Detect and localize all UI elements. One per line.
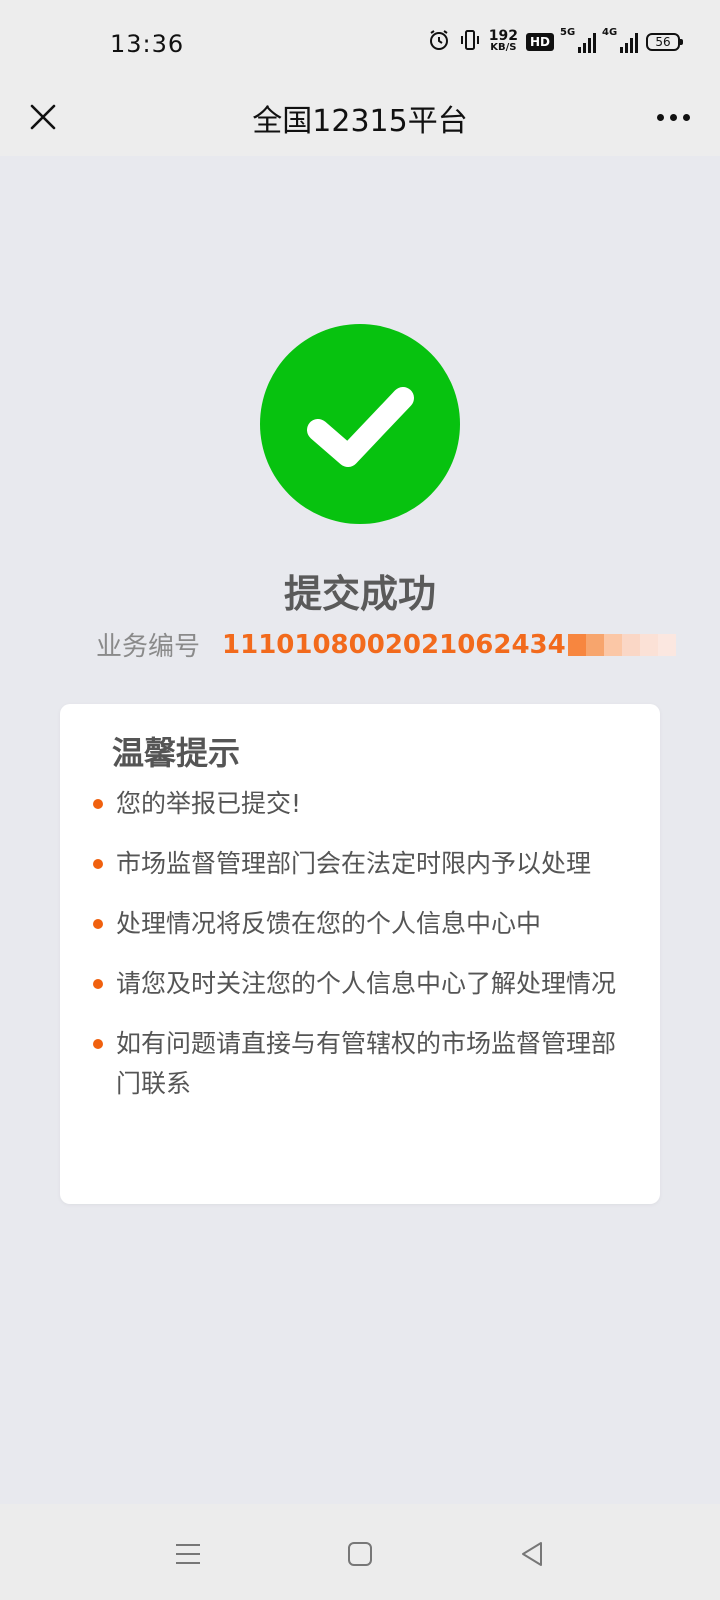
tip-item: 请您及时关注您的个人信息中心了解处理情况 — [90, 964, 635, 1004]
back-button[interactable] — [504, 1526, 560, 1582]
business-number-row: 业务编号 1110108002021062434 — [96, 626, 676, 663]
battery-icon: 56 — [646, 33, 683, 51]
tips-card: 温馨提示 您的举报已提交! 市场监督管理部门会在法定时限内予以处理 处理情况将反… — [60, 704, 660, 1204]
speed-unit: KB/S — [490, 42, 517, 53]
page-title: 全国12315平台 — [252, 104, 468, 139]
signal-4g-icon: 4G — [602, 27, 638, 53]
vibrate-icon — [459, 28, 481, 56]
result-title: 提交成功 — [283, 572, 436, 616]
home-icon — [348, 1542, 372, 1566]
network-speed: 192 KB/S — [488, 28, 518, 54]
mosaic-block — [657, 633, 676, 656]
more-button[interactable] — [648, 92, 698, 142]
checkmark-icon — [307, 387, 414, 467]
tip-item: 如有问题请直接与有管辖权的市场监督管理部门联系 — [90, 1024, 635, 1104]
mosaic-block — [603, 633, 622, 656]
menu-icon — [176, 1544, 200, 1564]
tip-item: 您的举报已提交! — [90, 784, 635, 824]
navigation-bar: 全国12315平台 — [0, 78, 720, 156]
system-navigation-bar — [0, 1504, 720, 1600]
back-icon — [522, 1542, 542, 1566]
business-label: 业务编号 — [96, 632, 201, 662]
menu-button[interactable] — [160, 1526, 216, 1582]
alarm-icon — [427, 28, 451, 56]
tips-list: 您的举报已提交! 市场监督管理部门会在法定时限内予以处理 处理情况将反馈在您的个… — [90, 784, 635, 1124]
status-icons: 192 KB/S HD 5G 4G 56 — [427, 27, 683, 56]
more-icon — [656, 113, 690, 121]
mosaic-block — [567, 633, 586, 656]
tip-item: 市场监督管理部门会在法定时限内予以处理 — [90, 844, 635, 884]
hd-badge: HD — [525, 33, 554, 51]
mosaic-block — [639, 633, 658, 656]
success-badge — [260, 324, 460, 524]
signal-5g-label: 5G — [560, 27, 576, 38]
status-time: 13:36 — [110, 30, 185, 58]
redaction-mosaic — [567, 633, 676, 656]
tip-item: 处理情况将反馈在您的个人信息中心中 — [90, 904, 635, 944]
tips-title: 温馨提示 — [112, 734, 241, 772]
status-bar: 13:36 192 KB/S HD 5G 4G 56 — [0, 0, 720, 78]
business-number: 1110108002021062434 — [222, 629, 566, 660]
signal-5g-icon: 5G — [560, 27, 596, 53]
signal-4g-label: 4G — [602, 27, 618, 38]
speed-value: 192 — [488, 28, 518, 44]
home-button[interactable] — [332, 1526, 388, 1582]
mosaic-block — [585, 633, 604, 656]
mosaic-block — [621, 633, 640, 656]
